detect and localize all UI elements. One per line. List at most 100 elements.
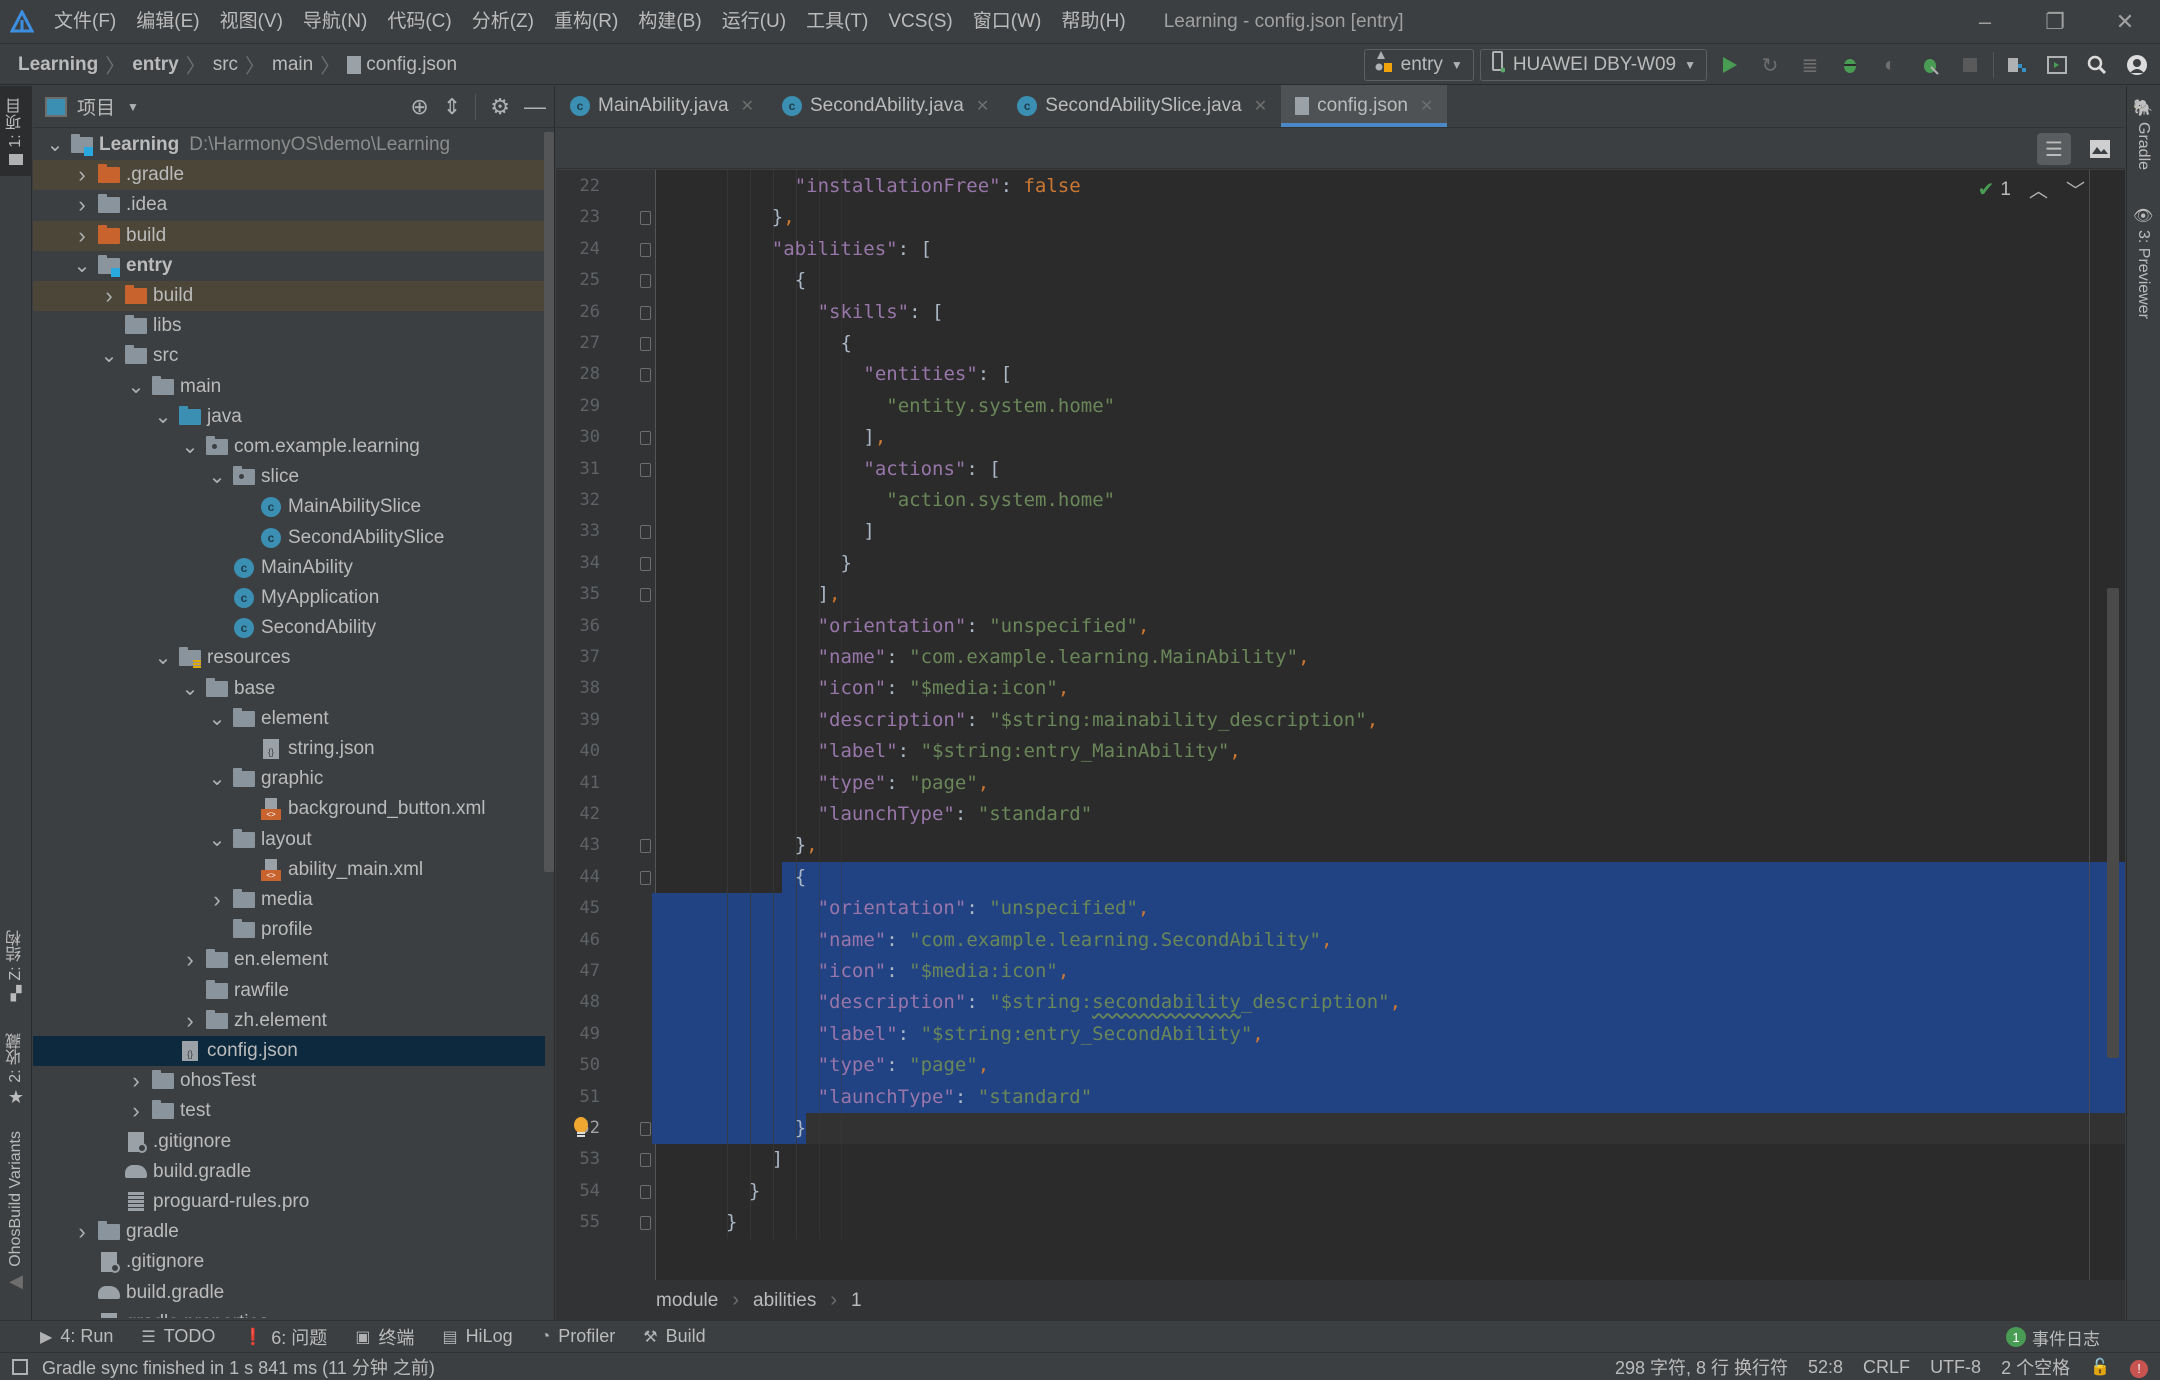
editor-tab[interactable]: c SecondAbility.java ✕ bbox=[768, 85, 1003, 127]
close-tab-icon[interactable]: ✕ bbox=[976, 96, 989, 116]
account-icon[interactable] bbox=[2120, 48, 2154, 82]
fold-marker-icon[interactable] bbox=[640, 870, 651, 885]
tool-tab-favorites[interactable]: 2: 收藏 ★ bbox=[0, 1012, 32, 1112]
tool-tab-previewer[interactable]: 👁 3: Previewer bbox=[2133, 206, 2153, 319]
menu-item[interactable]: 编辑(E) bbox=[126, 0, 209, 44]
chevron-down-icon[interactable]: ⌄ bbox=[207, 830, 227, 850]
fold-marker-icon[interactable] bbox=[640, 242, 651, 257]
tree-item[interactable]: ⌄ java bbox=[33, 402, 545, 432]
code-line[interactable]: "name": "com.example.learning.SecondAbil… bbox=[656, 925, 2125, 956]
breadcrumb-item[interactable]: src bbox=[213, 54, 238, 76]
tree-item[interactable]: c SecondAbilitySlice bbox=[33, 523, 545, 553]
chevron-down-icon[interactable]: ⌄ bbox=[72, 256, 92, 276]
code-line[interactable]: "installationFree": false bbox=[656, 171, 2125, 202]
file-encoding[interactable]: UTF-8 bbox=[1930, 1357, 1981, 1378]
code-line[interactable]: "description": "$string:mainability_desc… bbox=[656, 705, 2125, 736]
menu-item[interactable]: 工具(T) bbox=[796, 0, 878, 44]
fold-marker-icon[interactable] bbox=[640, 1153, 651, 1168]
chevron-right-icon[interactable]: › bbox=[126, 1098, 146, 1124]
code-line[interactable]: "icon": "$media:icon", bbox=[656, 673, 2125, 704]
next-highlight-icon[interactable]: ﹀ bbox=[2066, 176, 2085, 203]
code-line[interactable]: ] bbox=[656, 1144, 2125, 1175]
tool-window-button[interactable]: ▤ HiLog bbox=[442, 1326, 512, 1347]
chevron-down-icon[interactable]: ⌄ bbox=[126, 377, 146, 397]
code-line[interactable]: { bbox=[656, 328, 2125, 359]
locate-icon[interactable]: ⊕ bbox=[410, 94, 428, 120]
breadcrumb-item[interactable]: main bbox=[272, 54, 313, 76]
device-manager-icon[interactable] bbox=[2040, 48, 2074, 82]
chevron-down-icon[interactable]: ⌄ bbox=[153, 648, 173, 668]
code-line[interactable]: }, bbox=[656, 830, 2125, 861]
code-line[interactable]: } bbox=[656, 548, 2125, 579]
collapse-all-icon[interactable]: ⇕ bbox=[443, 94, 461, 120]
tree-scrollbar[interactable] bbox=[544, 132, 554, 872]
tool-window-button[interactable]: ▶ 4: Run bbox=[40, 1326, 113, 1347]
tree-item[interactable]: › .idea bbox=[33, 190, 545, 220]
minimize-icon[interactable]: — bbox=[524, 94, 546, 120]
close-button[interactable]: ✕ bbox=[2090, 0, 2160, 44]
menu-item[interactable]: 分析(Z) bbox=[462, 0, 544, 44]
tree-item[interactable]: c MainAbilitySlice bbox=[33, 492, 545, 522]
chevron-down-icon[interactable]: ⌄ bbox=[45, 135, 65, 155]
chevron-right-icon[interactable]: › bbox=[180, 947, 200, 973]
tool-tab-project[interactable]: 1: 项目 bbox=[0, 86, 32, 176]
toggle-tool-windows-icon[interactable] bbox=[12, 1358, 28, 1375]
tree-item[interactable]: › media bbox=[33, 885, 545, 915]
minimize-button[interactable]: – bbox=[1950, 0, 2020, 44]
code-line[interactable]: }, bbox=[656, 202, 2125, 233]
tool-tab-gradle[interactable]: 🐘 Gradle bbox=[2133, 98, 2153, 170]
menu-item[interactable]: 代码(C) bbox=[377, 0, 461, 44]
project-structure-icon[interactable] bbox=[2000, 48, 2034, 82]
code-line[interactable]: "abilities": [ bbox=[656, 234, 2125, 265]
run-icon[interactable] bbox=[1713, 48, 1747, 82]
chevron-down-icon[interactable]: ⌄ bbox=[207, 769, 227, 789]
module-selector[interactable]: entry ▼ bbox=[1363, 49, 1474, 81]
fold-marker-icon[interactable] bbox=[640, 305, 651, 320]
intention-bulb-icon[interactable] bbox=[572, 1117, 590, 1139]
chevron-right-icon[interactable]: › bbox=[72, 1219, 92, 1245]
apply-changes-icon[interactable]: ↻ bbox=[1753, 48, 1787, 82]
code-line[interactable]: "entity.system.home" bbox=[656, 391, 2125, 422]
menu-item[interactable]: 文件(F) bbox=[44, 0, 126, 44]
code-line[interactable]: "icon": "$media:icon", bbox=[656, 956, 2125, 987]
tree-item[interactable]: <> ability_main.xml bbox=[33, 855, 545, 885]
search-icon[interactable] bbox=[2080, 48, 2114, 82]
chevron-right-icon[interactable]: › bbox=[72, 162, 92, 188]
code-line[interactable]: ], bbox=[656, 579, 2125, 610]
code-line[interactable]: { bbox=[656, 862, 2125, 893]
code-line[interactable]: ] bbox=[656, 516, 2125, 547]
tree-item[interactable]: ⌄ element bbox=[33, 704, 545, 734]
chevron-down-icon[interactable]: ⌄ bbox=[99, 346, 119, 366]
code-line[interactable]: "type": "page", bbox=[656, 768, 2125, 799]
chevron-right-icon[interactable]: › bbox=[207, 887, 227, 913]
editor-breadcrumb-item[interactable]: module bbox=[656, 1290, 718, 1312]
attach-debugger-icon[interactable]: ◐ bbox=[1873, 48, 1907, 82]
fold-marker-icon[interactable] bbox=[640, 556, 651, 571]
chevron-down-icon[interactable]: ⌄ bbox=[180, 679, 200, 699]
line-separator[interactable]: CRLF bbox=[1863, 1357, 1910, 1378]
code-line[interactable]: "label": "$string:entry_SecondAbility", bbox=[656, 1019, 2125, 1050]
tree-item[interactable]: › test bbox=[33, 1096, 545, 1126]
menu-item[interactable]: 构建(B) bbox=[628, 0, 711, 44]
previous-highlight-icon[interactable]: ︿ bbox=[2029, 176, 2048, 203]
restore-button[interactable]: ❐ bbox=[2020, 0, 2090, 44]
code-line[interactable]: "orientation": "unspecified", bbox=[656, 893, 2125, 924]
menu-item[interactable]: 导航(N) bbox=[293, 0, 377, 44]
code-line[interactable]: { bbox=[656, 265, 2125, 296]
tree-item[interactable]: profile bbox=[33, 915, 545, 945]
editor-tab[interactable]: config.json ✕ bbox=[1281, 85, 1448, 127]
code-line[interactable]: "label": "$string:entry_MainAbility", bbox=[656, 736, 2125, 767]
fold-marker-icon[interactable] bbox=[640, 211, 651, 226]
tree-item[interactable]: rawfile bbox=[33, 976, 545, 1006]
chevron-right-icon[interactable]: › bbox=[72, 192, 92, 218]
code-line[interactable]: "entities": [ bbox=[656, 359, 2125, 390]
tree-item[interactable]: proguard-rules.pro bbox=[33, 1187, 545, 1217]
tree-item[interactable]: ⌄ slice bbox=[33, 462, 545, 492]
tree-item[interactable]: › .gradle bbox=[33, 160, 545, 191]
fold-marker-icon[interactable] bbox=[640, 431, 651, 446]
code-line[interactable]: "name": "com.example.learning.MainAbilit… bbox=[656, 642, 2125, 673]
tree-item[interactable]: build.gradle bbox=[33, 1278, 545, 1308]
tool-window-button[interactable]: ❗ 6: 问题 bbox=[243, 1324, 327, 1350]
device-selector[interactable]: HUAWEI DBY-W09 ▼ bbox=[1479, 49, 1707, 81]
stop-icon[interactable] bbox=[1953, 48, 1987, 82]
